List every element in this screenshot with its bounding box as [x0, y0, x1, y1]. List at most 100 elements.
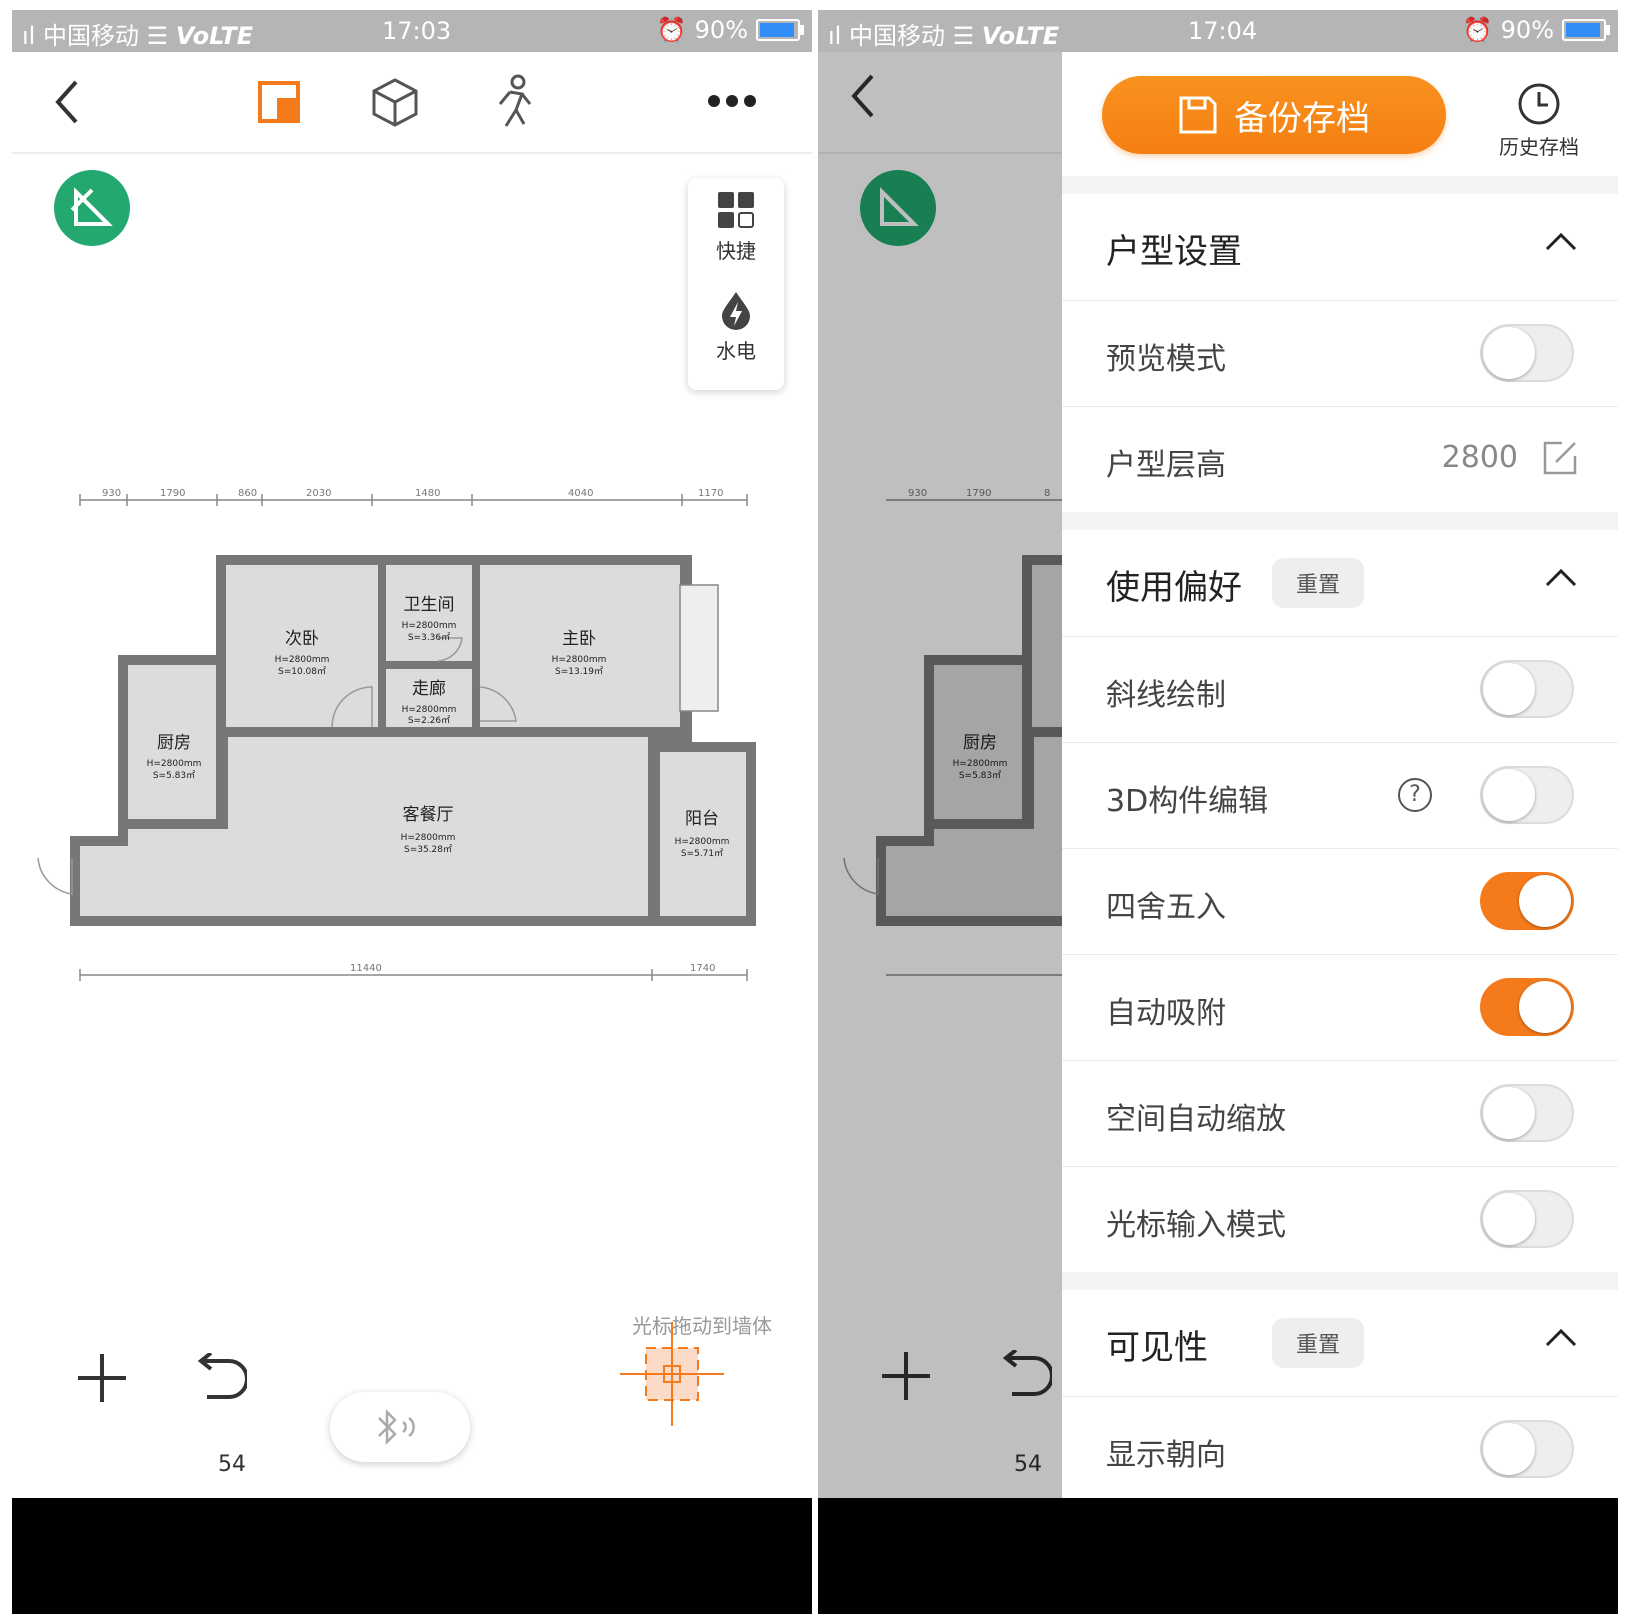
row-label: 显示朝向	[1106, 1438, 1226, 1473]
alarm-icon: ⏰	[1462, 16, 1493, 44]
battery-percent: 90%	[1500, 16, 1554, 44]
section-visibility[interactable]: 可见性 重置	[1062, 1290, 1618, 1397]
row-label: 户型层高	[1106, 448, 1226, 483]
walk-mode-icon[interactable]	[484, 70, 538, 134]
room-height: H=2800mm	[402, 621, 457, 631]
measure-tool-button[interactable]	[54, 170, 130, 246]
snap-toggle[interactable]	[1480, 978, 1574, 1036]
dim-top: 1170	[698, 488, 723, 499]
status-bar: ıl 中国移动 ☰ VoLTE 17:04 ⏰ 90%	[818, 10, 1618, 52]
shortcut-button[interactable]: 快捷	[688, 190, 784, 264]
cursor-crosshair-icon[interactable]	[620, 1322, 724, 1426]
preview-mode-row: 预览模式	[1062, 300, 1618, 407]
backup-label: 备份存档	[1234, 98, 1370, 139]
chevron-up-icon	[1545, 232, 1577, 251]
battery-icon	[756, 19, 804, 41]
utility-button[interactable]: 水电	[688, 290, 784, 364]
show-orientation-toggle[interactable]	[1480, 1420, 1574, 1478]
edit3d-toggle[interactable]	[1480, 766, 1574, 824]
alarm-icon: ⏰	[656, 16, 687, 44]
room-area: S=5.71㎡	[681, 848, 723, 859]
back-icon[interactable]	[42, 72, 92, 132]
carrier-text: 中国移动	[848, 22, 945, 50]
dim-top: 930	[102, 488, 121, 499]
shortcut-label: 快捷	[716, 239, 756, 263]
dim-bottom: 1740	[690, 963, 715, 974]
visibility-reset-button[interactable]: 重置	[1272, 1318, 1364, 1368]
top-toolbar	[12, 52, 812, 154]
autozoom-row: 空间自动缩放	[1062, 1060, 1618, 1167]
cursor-input-toggle[interactable]	[1480, 1190, 1574, 1248]
dim-top: 1480	[415, 488, 440, 499]
dim-top: 860	[238, 488, 257, 499]
history-label: 历史存档	[1499, 135, 1579, 159]
carrier-text: 中国移动	[42, 22, 139, 50]
room-height: H=2800mm	[402, 705, 457, 715]
chevron-up-icon	[1545, 568, 1577, 587]
dim-overlay[interactable]	[818, 52, 1062, 1498]
edit-icon[interactable]	[1542, 440, 1578, 476]
dim-top: 2030	[306, 488, 331, 499]
room-area: S=5.83㎡	[153, 770, 195, 781]
floorplan-screen: ıl 中国移动 ☰ VoLTE 17:03 ⏰ 90% 快捷 水电 930 17…	[12, 10, 812, 1614]
wifi-icon: ☰	[952, 22, 982, 50]
room-area: S=10.08㎡	[278, 666, 326, 677]
row-label: 斜线绘制	[1106, 678, 1226, 713]
signal-carrier: ıl 中国移动 ☰ VoLTE	[828, 16, 1059, 51]
bluetooth-button[interactable]	[330, 1392, 470, 1462]
preview-mode-toggle[interactable]	[1480, 324, 1574, 382]
status-bar: ıl 中国移动 ☰ VoLTE 17:03 ⏰ 90%	[12, 10, 812, 52]
section-prefs[interactable]: 使用偏好 重置	[1062, 530, 1618, 637]
grid-icon	[718, 192, 754, 228]
floor-height-value: 2800	[1441, 440, 1518, 475]
room-label: 厨房	[157, 733, 191, 753]
status-right: ⏰ 90%	[656, 16, 804, 44]
prefs-reset-button[interactable]: 重置	[1272, 558, 1364, 608]
rounding-toggle[interactable]	[1480, 872, 1574, 930]
signal-carrier: ıl 中国移动 ☰ VoLTE	[22, 16, 253, 51]
room-label: 阳台	[685, 809, 719, 829]
help-icon[interactable]: ?	[1398, 778, 1432, 812]
diagonal-toggle[interactable]	[1480, 660, 1574, 718]
room-balcony[interactable]	[660, 752, 746, 916]
more-icon[interactable]	[702, 86, 762, 116]
section-layout[interactable]: 户型设置	[1062, 194, 1618, 301]
dim-top: 1790	[160, 488, 185, 499]
dim-top: 4040	[568, 488, 593, 499]
backup-button[interactable]: 备份存档	[1102, 76, 1446, 154]
row-label: 预览模式	[1106, 342, 1226, 377]
nav-bar	[12, 1498, 812, 1614]
section-title: 可见性	[1106, 1328, 1208, 1368]
section-title: 使用偏好	[1106, 568, 1242, 608]
autozoom-toggle[interactable]	[1480, 1084, 1574, 1142]
floorplan-2d-icon[interactable]	[254, 74, 304, 130]
signal-icon: ıl	[22, 22, 43, 50]
chevron-up-icon	[1545, 1328, 1577, 1347]
row-label: 自动吸附	[1106, 996, 1226, 1031]
clock: 17:03	[382, 17, 452, 45]
clock-icon	[1518, 83, 1560, 125]
status-right: ⏰ 90%	[1462, 16, 1610, 44]
add-icon[interactable]	[74, 1350, 130, 1406]
network-text: VoLTE	[175, 22, 254, 50]
edit3d-row: 3D构件编辑 ?	[1062, 742, 1618, 849]
battery-icon	[1562, 19, 1610, 41]
cursor-input-row: 光标输入模式	[1062, 1166, 1618, 1273]
floorplan-canvas[interactable]: 930 1790 860 2030 1480 4040 1170 11440 1…	[32, 480, 812, 1000]
dim-bottom: 11440	[350, 963, 382, 974]
save-icon	[1179, 96, 1217, 134]
room-height: H=2800mm	[401, 833, 456, 843]
network-text: VoLTE	[981, 22, 1060, 50]
room-label: 走廊	[412, 679, 446, 699]
wifi-icon: ☰	[146, 22, 176, 50]
row-label: 光标输入模式	[1106, 1208, 1286, 1243]
history-button[interactable]: 历史存档	[1484, 82, 1594, 160]
undo-icon[interactable]	[192, 1350, 248, 1406]
room-area: S=3.36㎡	[408, 632, 450, 643]
row-label: 四舍五入	[1106, 890, 1226, 925]
cube-3d-icon[interactable]	[368, 72, 422, 132]
bluetooth-icon	[378, 1408, 415, 1446]
room-height: H=2800mm	[552, 655, 607, 665]
floor-height-row: 户型层高 2800	[1062, 406, 1618, 513]
room-label: 卫生间	[404, 595, 455, 615]
